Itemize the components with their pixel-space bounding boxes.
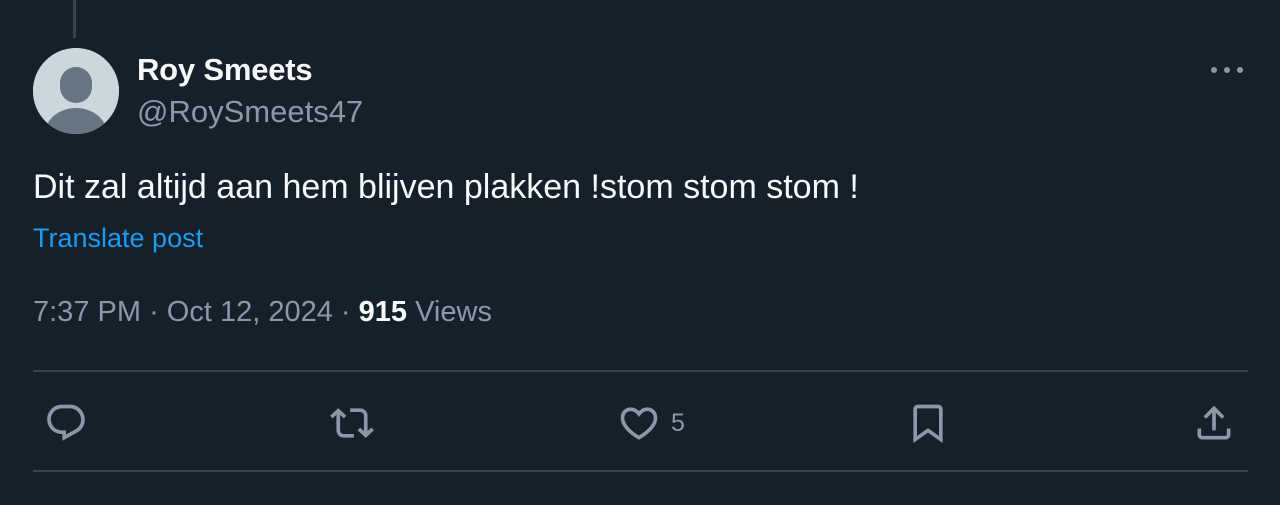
tweet-detail: Roy Smeets @RoySmeets47 Dit zal altijd a… [0,0,1280,505]
post-time[interactable]: 7:37 PM [33,296,141,328]
bookmark-button[interactable] [906,398,950,448]
like-button[interactable]: 5 [617,398,685,448]
heart-icon [620,407,658,440]
post-date[interactable]: Oct 12, 2024 [167,296,333,328]
more-options-button[interactable] [1206,56,1248,84]
author-name[interactable]: Roy Smeets [137,52,313,88]
more-dots-icon [1211,67,1243,73]
meta-separator: · [340,296,351,328]
repost-icon [330,408,374,438]
views-count: 915 [358,296,408,328]
views-label: Views [415,296,492,328]
divider [33,370,1248,372]
meta-separator: · [149,296,159,328]
divider [33,470,1248,472]
post-metadata: 7:37 PM · Oct 12, 2024 · 915 Views [33,296,492,329]
thread-connector-line [73,0,76,38]
reply-button[interactable] [44,398,88,448]
author-handle[interactable]: @RoySmeets47 [137,94,363,130]
post-text: Dit zal altijd aan hem blijven plakken !… [33,168,859,206]
share-icon [1197,405,1231,440]
default-avatar-icon [33,48,119,134]
share-button[interactable] [1192,398,1236,448]
bookmark-icon [913,404,943,444]
like-count: 5 [671,408,685,437]
repost-button[interactable] [330,398,374,448]
avatar[interactable] [33,48,119,134]
reply-icon [47,404,85,441]
translate-post-link[interactable]: Translate post [33,223,203,254]
